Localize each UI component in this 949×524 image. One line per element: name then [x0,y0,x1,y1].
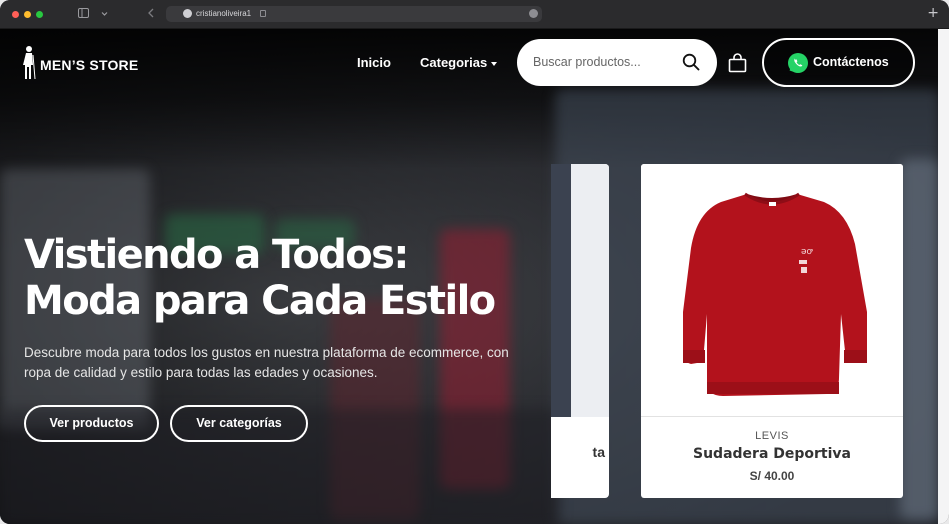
logo-icon[interactable] [20,45,36,81]
product-brand: LEVIS [755,430,789,442]
contact-button[interactable]: Contáctenos [762,38,915,87]
hero-title-line: Moda para Cada Estilo [24,278,496,324]
background-blur [900,159,938,519]
product-image-strip [571,164,609,417]
address-bar[interactable]: cristianoliveira1 [166,6,542,22]
sidebar-icon[interactable] [78,8,89,22]
hero-title-line: Vistiendo a Todos: [24,232,409,278]
search-box [517,39,717,86]
hero-description: Descubre moda para todos los gustos en n… [24,343,524,383]
product-card-partial[interactable]: ta [551,164,609,498]
nav-link-categorias-label: Categorias [420,55,488,70]
browser-window: cristianoliveira1 + MEN’S STORE Inicio C… [0,0,949,524]
maximize-window-button[interactable] [36,11,43,18]
chevron-down-icon[interactable] [101,9,108,21]
hero-description-line: ropa de calidad y estilo para todas las … [24,365,378,380]
view-products-button[interactable]: Ver productos [24,405,159,442]
new-tab-icon[interactable]: + [927,5,939,21]
caret-down-icon [491,61,498,66]
brand-name[interactable]: MEN’S STORE [40,57,138,73]
red-sweatshirt-image: ǝꝍ [683,192,867,396]
product-image: ǝꝍ [641,164,903,417]
back-icon[interactable] [148,8,154,22]
svg-text:ǝꝍ: ǝꝍ [801,247,814,257]
view-categories-button[interactable]: Ver categorías [170,405,308,442]
github-icon [183,9,192,18]
reload-icon[interactable] [529,9,538,18]
hero-title: Vistiendo a Todos: Moda para Cada Estilo [24,232,544,324]
search-input[interactable] [533,52,673,72]
search-icon[interactable] [682,53,700,71]
product-card[interactable]: ǝꝍ LEVIS Sudadera Deportiva S/ 40.00 [641,164,903,498]
shopping-bag-icon[interactable] [728,53,747,73]
contact-button-label: Contáctenos [813,55,889,69]
close-window-button[interactable] [12,11,19,18]
hero-section: MEN’S STORE Inicio Categorias Contácteno… [0,29,938,524]
product-name: Sudadera Deportiva [693,446,851,462]
product-price: S/ 40.00 [749,469,795,483]
whatsapp-icon [788,53,808,73]
url-text: cristianoliveira1 [196,9,252,18]
minimize-window-button[interactable] [24,11,31,18]
nav-link-categorias[interactable]: Categorias [420,55,498,70]
hero-description-line: Descubre moda para todos los gustos en n… [24,345,509,360]
lock-icon [260,10,266,17]
nav-link-inicio[interactable]: Inicio [357,55,391,70]
product-name: ta [592,444,605,460]
product-image [551,164,609,417]
browser-toolbar: cristianoliveira1 + [0,0,949,29]
page-scrollbar[interactable] [938,29,949,524]
product-image-strip [551,164,571,417]
